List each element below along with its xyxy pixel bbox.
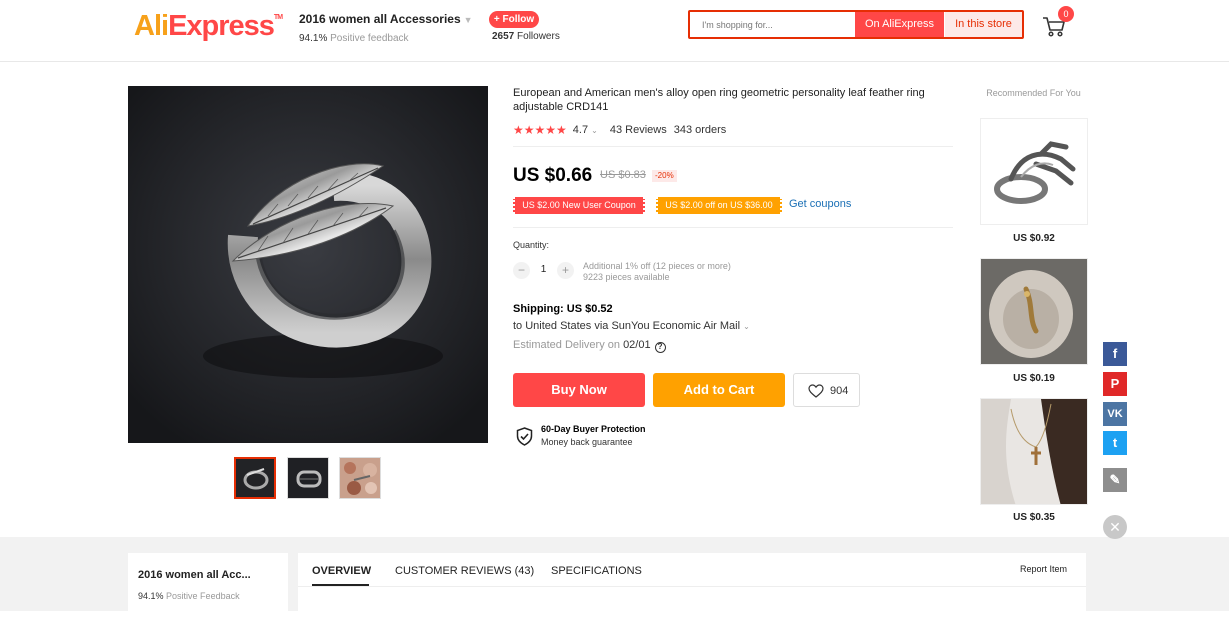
shield-icon (516, 427, 533, 446)
rating-row: ★★★★★ 4.7 ⌄ 43 Reviews 343 orders (513, 123, 726, 137)
estimated-delivery: Estimated Delivery on 02/01? (513, 339, 666, 353)
divider (513, 227, 953, 228)
thumbnail-3[interactable] (339, 457, 381, 499)
rating-value[interactable]: 4.7 ⌄ (573, 124, 598, 136)
buyer-protection-title: 60-Day Buyer Protection (541, 424, 646, 434)
delivery-label: Estimated Delivery on (513, 339, 620, 351)
positive-pct: 94.1% (299, 33, 328, 44)
delivery-date: 02/01 (623, 339, 651, 351)
tab-divider (298, 586, 1086, 587)
store-name-text: 2016 women all Accessories (299, 12, 461, 26)
recommended-price-1: US $0.92 (1013, 233, 1055, 244)
store-name[interactable]: 2016 women all Accessories ▼ (299, 12, 473, 26)
store-feedback: 94.1% Positive feedback (299, 33, 409, 44)
recommended-item-2[interactable] (980, 258, 1088, 365)
facebook-icon[interactable]: f (1103, 342, 1127, 366)
claw-ring-image (981, 119, 1087, 224)
top-header: AliExpressTM 2016 women all Accessories ▼… (0, 0, 1229, 62)
cart-count-badge: 0 (1058, 6, 1074, 22)
star-rating-icon: ★★★★★ (513, 123, 567, 137)
help-icon[interactable]: ? (654, 342, 666, 353)
search-box: On AliExpress In this store (688, 10, 1024, 39)
store-coupon[interactable]: US $2.00 off on US $36.00 (656, 197, 782, 214)
chevron-down-icon: ▼ (463, 15, 473, 25)
shipping-cost: Shipping: US $0.52 (513, 303, 613, 315)
shipping-method[interactable]: to United States via SunYou Economic Air… (513, 320, 750, 332)
recommended-price-2: US $0.19 (1013, 373, 1055, 384)
reviews-link[interactable]: 43 Reviews (610, 124, 667, 136)
store-card-feedback: 94.1% Positive Feedback (138, 591, 240, 601)
thumbnail-2[interactable] (287, 457, 329, 499)
rating-number: 4.7 (572, 124, 589, 136)
store-card-name[interactable]: 2016 women all Acc... (138, 569, 251, 581)
pinterest-icon[interactable]: P (1103, 372, 1127, 396)
get-coupons-link[interactable]: Get coupons (789, 198, 851, 210)
tab-overview[interactable]: OVERVIEW (312, 565, 371, 577)
divider (513, 146, 953, 147)
new-user-coupon[interactable]: US $2.00 New User Coupon (513, 197, 645, 214)
tab-customer-reviews[interactable]: CUSTOMER REVIEWS (43) (395, 565, 534, 577)
quantity-decrease-button[interactable]: − (513, 262, 530, 279)
store-info-card: 2016 women all Acc... 94.1% Positive Fee… (128, 553, 288, 623)
chevron-down-icon: ⌄ (591, 126, 598, 135)
recommended-item-3[interactable] (980, 398, 1088, 505)
wishlist-button[interactable]: 904 (793, 373, 860, 407)
heart-icon (808, 384, 824, 398)
search-input[interactable] (690, 12, 855, 37)
recommended-title: Recommended For You (986, 88, 1081, 98)
close-icon[interactable]: ✕ (1103, 515, 1127, 539)
buyer-protection-subtitle: Money back guarantee (541, 437, 633, 447)
necklace-image (981, 399, 1087, 504)
followers: 2657 Followers (492, 31, 560, 42)
earring-image (981, 259, 1087, 364)
followers-label: Followers (517, 31, 560, 42)
aliexpress-logo[interactable]: AliExpressTM (134, 10, 283, 43)
quantity-input[interactable] (532, 264, 555, 275)
buy-now-button[interactable]: Buy Now (513, 373, 645, 407)
search-store-button[interactable]: In this store (945, 12, 1022, 37)
original-price: US $0.83 (600, 169, 646, 181)
vk-icon[interactable]: VK (1103, 402, 1127, 426)
search-aliexpress-button[interactable]: On AliExpress (855, 12, 944, 37)
thumbnail-1[interactable] (234, 457, 276, 499)
pieces-available: 9223 pieces available (583, 272, 670, 282)
positive-label: Positive feedback (330, 33, 409, 44)
product-main-image[interactable] (128, 86, 488, 443)
edit-icon[interactable]: ✎ (1103, 468, 1127, 492)
followers-count: 2657 (492, 31, 515, 42)
discount-badge: -20% (652, 170, 677, 182)
add-to-cart-button[interactable]: Add to Cart (653, 373, 785, 407)
tabs-card: OVERVIEW CUSTOMER REVIEWS (43) SPECIFICA… (298, 553, 1086, 623)
chevron-down-icon: ⌄ (743, 322, 750, 331)
product-title: European and American men's alloy open r… (513, 87, 925, 113)
active-tab-underline (312, 584, 369, 586)
follow-button[interactable]: + Follow (489, 11, 539, 28)
shipping-method-text: to United States via SunYou Economic Air… (513, 320, 741, 332)
report-item-link[interactable]: Report Item (1020, 564, 1067, 574)
store-card-positive-pct: 94.1% (138, 591, 164, 601)
orders-count: 343 orders (673, 124, 727, 136)
twitter-icon[interactable]: t (1103, 431, 1127, 455)
recommended-price-3: US $0.35 (1013, 512, 1055, 523)
quantity-label: Quantity: (513, 240, 550, 250)
quantity-increase-button[interactable]: + (557, 262, 574, 279)
wishlist-count: 904 (830, 385, 849, 397)
price: US $0.66 (513, 165, 593, 186)
store-card-positive-label: Positive Feedback (166, 591, 240, 601)
ring-image (128, 86, 488, 443)
quantity-note: Additional 1% off (12 pieces or more) 92… (583, 261, 731, 283)
tab-specifications[interactable]: SPECIFICATIONS (551, 565, 642, 577)
bulk-discount-note: Additional 1% off (12 pieces or more) (583, 261, 731, 271)
recommended-item-1[interactable] (980, 118, 1088, 225)
